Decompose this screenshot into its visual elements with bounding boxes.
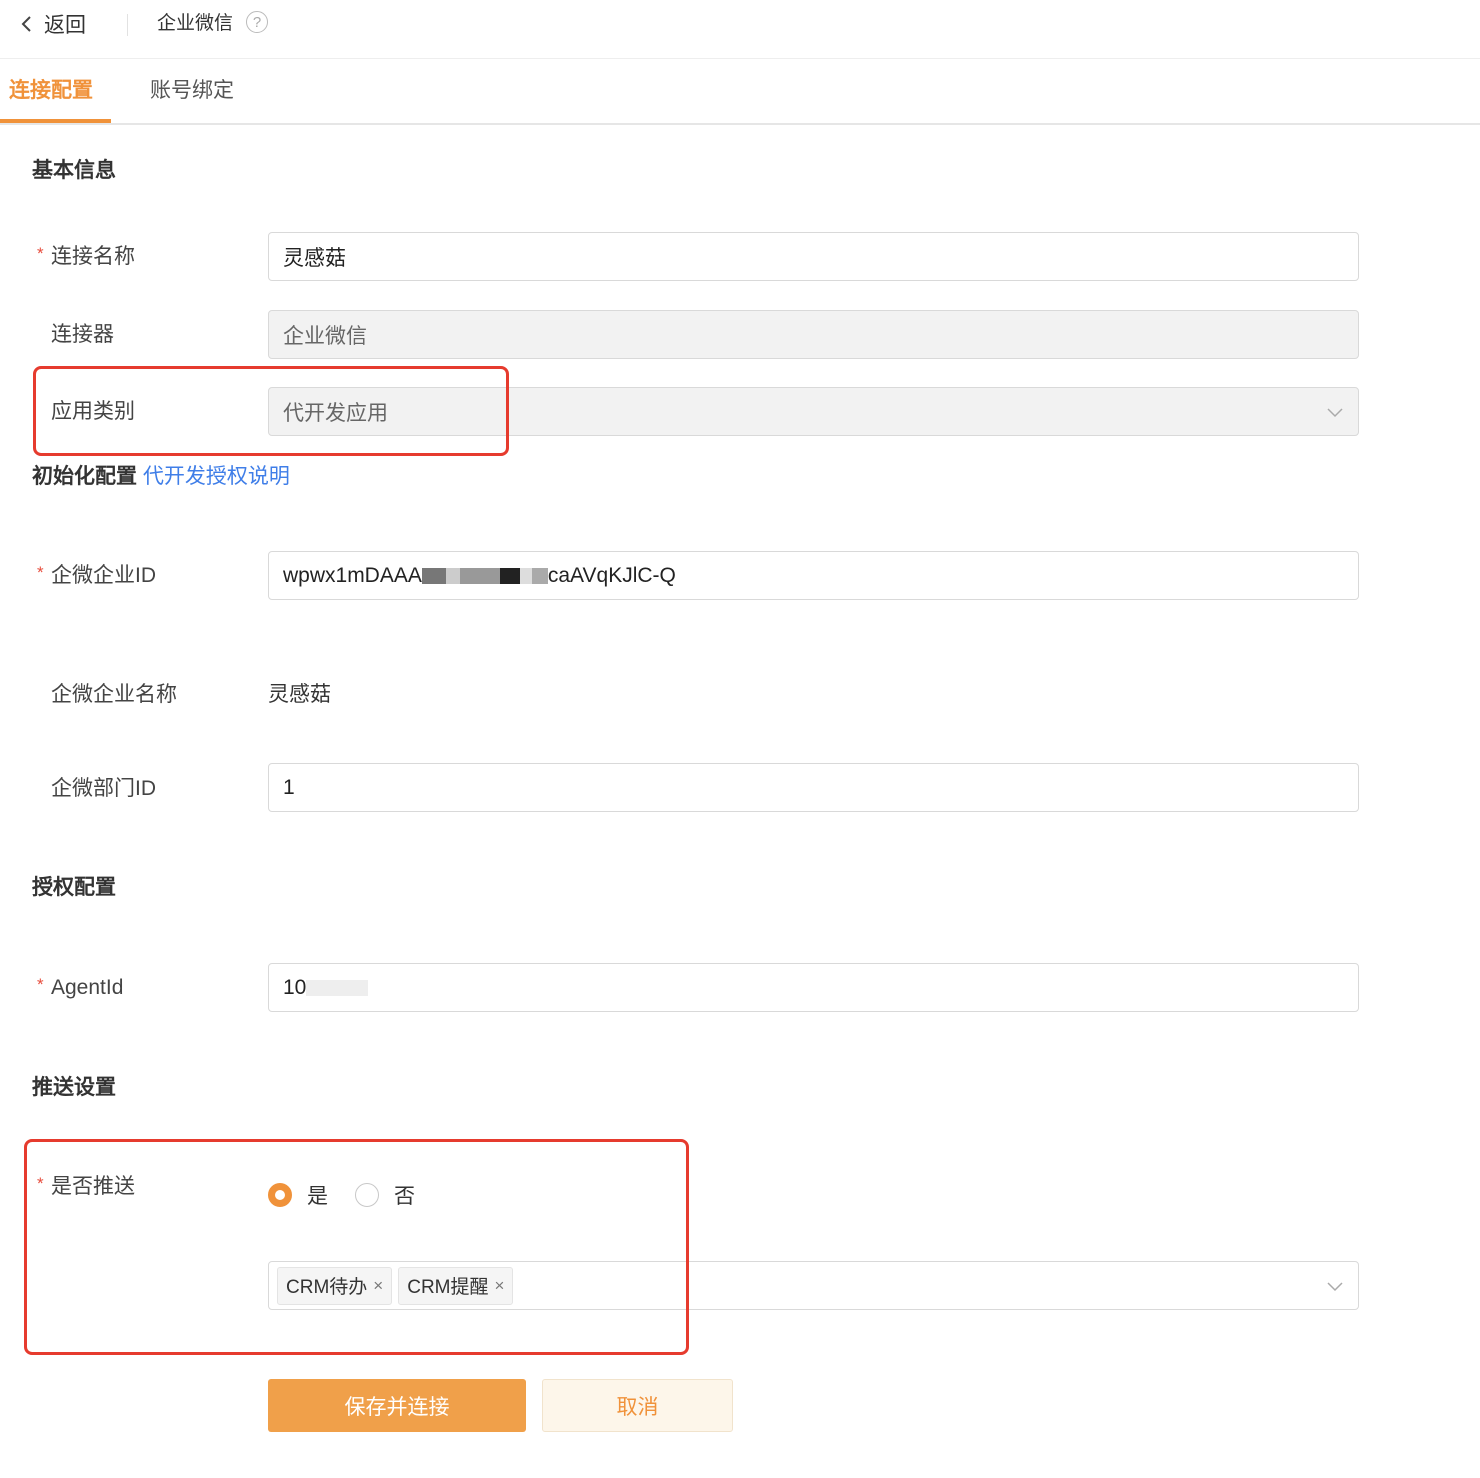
corp-id-label: * 企微企业ID [37, 561, 156, 591]
required-mark: * [37, 975, 44, 994]
dept-id-label: 企微部门ID [51, 777, 156, 800]
connection-name-label: * 连接名称 [37, 242, 135, 272]
highlight-box-push-settings [24, 1139, 689, 1355]
tab-account-binding[interactable]: 账号绑定 [150, 74, 234, 108]
active-tab-indicator [0, 119, 111, 123]
highlight-box-app-type [33, 366, 509, 456]
corp-name-value: 灵感菇 [268, 683, 331, 706]
agent-id-input[interactable]: 10 [268, 963, 1359, 1012]
back-button[interactable]: 返回 [20, 8, 86, 40]
back-label: 返回 [44, 14, 86, 37]
corp-id-input[interactable]: wpwx1mDAAA caAVqKJlC-Q [268, 551, 1359, 600]
connector-input: 企业微信 [268, 310, 1359, 359]
redacted-segment [445, 567, 460, 584]
chevron-down-icon [1327, 1282, 1343, 1292]
dept-id-input[interactable]: 1 [268, 763, 1359, 812]
connector-label: 连接器 [51, 323, 114, 346]
page-title: 企业微信 [157, 13, 234, 34]
redacted-segment [459, 567, 500, 584]
chevron-left-icon [21, 16, 31, 32]
tab-connection-config[interactable]: 连接配置 [9, 74, 93, 108]
redacted-segment [306, 979, 369, 996]
required-mark: * [37, 244, 44, 263]
connection-name-input[interactable]: 灵感菇 [268, 232, 1359, 281]
required-mark: * [37, 563, 44, 582]
chevron-down-icon [1327, 408, 1343, 418]
cancel-button[interactable]: 取消 [542, 1379, 733, 1432]
redacted-segment [499, 567, 520, 584]
redacted-segment [421, 567, 446, 584]
redacted-segment [519, 567, 532, 584]
dev-auth-guide-link[interactable]: 代开发授权说明 [143, 465, 290, 488]
header-divider [127, 14, 128, 36]
section-title-auth: 授权配置 [32, 876, 116, 899]
redacted-segment [531, 567, 548, 584]
help-icon[interactable]: ? [246, 11, 268, 33]
section-title-push: 推送设置 [32, 1076, 116, 1099]
save-and-connect-button[interactable]: 保存并连接 [268, 1379, 526, 1432]
section-title-init: 初始化配置 代开发授权说明 [32, 465, 290, 488]
section-title-basic: 基本信息 [32, 159, 116, 182]
corp-name-label: 企微企业名称 [51, 683, 177, 706]
agent-id-label: * AgentId [37, 973, 123, 1003]
